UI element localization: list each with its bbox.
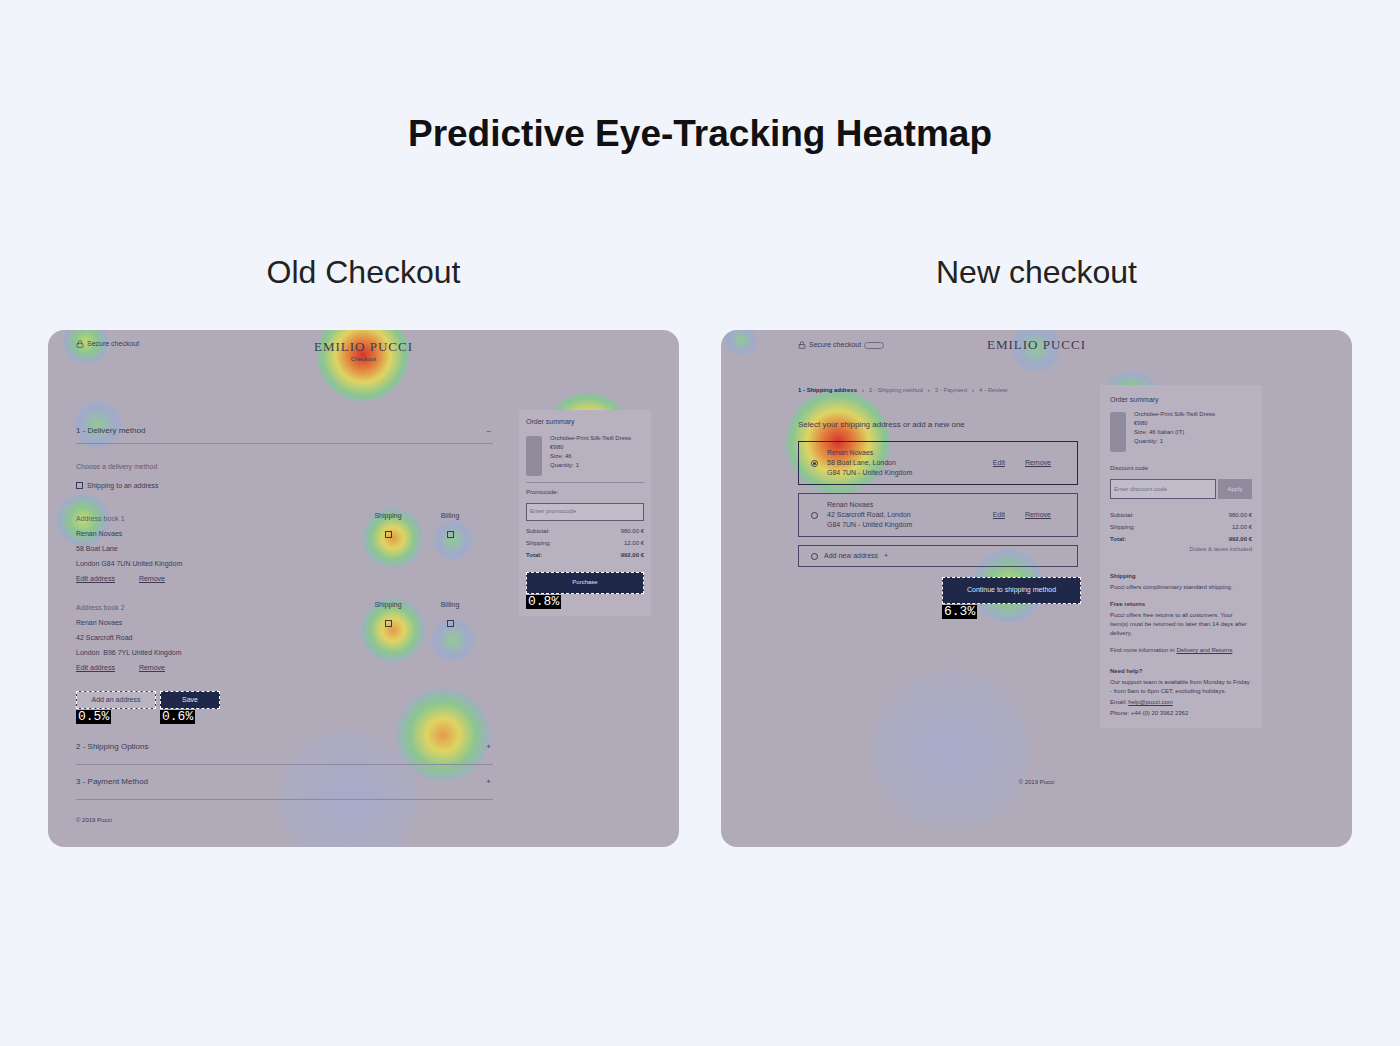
step[interactable]: 1 - Shipping address bbox=[798, 386, 857, 395]
heat-spot bbox=[871, 670, 1031, 830]
address-card[interactable]: Renan Novaes58 Boat Lane, LondonG84 7UN … bbox=[798, 441, 1078, 485]
apply-button[interactable]: Apply bbox=[1218, 479, 1252, 499]
email-link[interactable]: help@pucci.com bbox=[1128, 699, 1172, 705]
total-row: Shipping:12.00 € bbox=[1110, 523, 1252, 532]
help-block: Need help?Our support team is available … bbox=[1110, 667, 1252, 718]
product: Orchidee-Print Silk-Twill Dress€980Size:… bbox=[526, 434, 644, 476]
total-row: Subtotal:980.00 € bbox=[526, 527, 644, 536]
remove-link[interactable]: Remove bbox=[139, 571, 165, 586]
title: Predictive Eye-Tracking Heatmap bbox=[408, 112, 992, 156]
step[interactable]: 3 - Payment bbox=[935, 386, 967, 395]
address-role[interactable]: Billing bbox=[433, 511, 467, 586]
heat-spot bbox=[74, 401, 122, 449]
address-role[interactable]: Billing bbox=[433, 600, 467, 675]
heat-spot bbox=[397, 689, 489, 781]
address-book: Address book 1Renan Novaes58 Boat LaneLo… bbox=[76, 511, 493, 586]
checkbox[interactable] bbox=[76, 482, 83, 489]
shipping-option[interactable]: Shipping to an address bbox=[76, 481, 493, 492]
address-card[interactable]: Renan Novaes42 Scarcroft Road, LondonG84… bbox=[798, 493, 1078, 537]
radio[interactable] bbox=[811, 512, 818, 519]
edit-link[interactable]: Edit bbox=[993, 510, 1005, 521]
click-rate-label: 6.3% bbox=[942, 605, 977, 619]
click-rate-label: 0.8% bbox=[526, 595, 561, 609]
step[interactable]: 4 - Review bbox=[979, 386, 1007, 395]
panel-heading: New checkout bbox=[936, 254, 1137, 290]
order-summary: Order summaryOrchidee-Print Silk-Twill D… bbox=[1100, 385, 1262, 728]
section-header[interactable]: 2 - Shipping Options+ bbox=[76, 730, 493, 765]
delivery-link[interactable]: Delivery and Returns bbox=[1176, 647, 1232, 653]
panel-heading: Old Checkout bbox=[267, 254, 461, 290]
total-row: Shipping:12.00 € bbox=[526, 539, 644, 548]
totals: Subtotal:980.00 € Shipping:12.00 € Total:9… bbox=[1110, 511, 1252, 544]
step[interactable]: 2 - Shipping method bbox=[869, 386, 923, 395]
old-checkout-screenshot: Secure checkoutEMILIO PUCCICheckout 1 - D… bbox=[48, 330, 679, 847]
edit-address-link[interactable]: Edit address bbox=[76, 571, 115, 586]
header: Secure checkoutEMILIO PUCCICheckout bbox=[48, 330, 679, 374]
lock-icon bbox=[76, 340, 84, 348]
section-header[interactable]: 3 - Payment Method+ bbox=[76, 765, 493, 800]
info-block: ShippingPucci offers complimentary stand… bbox=[1110, 572, 1252, 592]
new-checkout-screenshot: Secure checkoutEMILIO PUCCI 1 - Shipping … bbox=[721, 330, 1352, 847]
total-row: Subtotal:980.00 € bbox=[1110, 511, 1252, 520]
address-button[interactable]: Add an address bbox=[76, 691, 156, 709]
edit-address-link[interactable]: Edit address bbox=[76, 660, 115, 675]
secure-badge-icon bbox=[864, 342, 884, 349]
radio[interactable] bbox=[811, 460, 818, 467]
address-book: Address book 2Renan Novaes42 Scarcroft R… bbox=[76, 600, 493, 675]
heat-spot bbox=[433, 520, 473, 560]
checkbox[interactable] bbox=[447, 620, 454, 627]
footer: © 2019 Pucci bbox=[76, 816, 493, 825]
add-address[interactable]: Add new address+ bbox=[798, 545, 1078, 567]
product: Orchidee-Print Silk-Twill Dress€980Size:… bbox=[1110, 410, 1252, 452]
lock-icon bbox=[798, 341, 806, 349]
discount-input[interactable]: Enter discount code bbox=[1110, 479, 1216, 499]
promocode-input[interactable]: Enter promocode bbox=[526, 503, 644, 521]
address-button[interactable]: Save bbox=[160, 691, 220, 709]
total-row: Total:992.00 € bbox=[526, 551, 644, 560]
totals: Subtotal:980.00 € Shipping:12.00 € Total:9… bbox=[526, 527, 644, 560]
product-photo bbox=[526, 436, 542, 476]
edit-link[interactable]: Edit bbox=[993, 458, 1005, 469]
product-photo bbox=[1110, 412, 1126, 452]
continue-button[interactable]: Continue to shipping method bbox=[942, 577, 1081, 604]
remove-link[interactable]: Remove bbox=[1025, 510, 1051, 521]
heat-spot bbox=[786, 390, 890, 494]
remove-link[interactable]: Remove bbox=[139, 660, 165, 675]
remove-link[interactable]: Remove bbox=[1025, 458, 1051, 469]
checkbox[interactable] bbox=[447, 531, 454, 538]
logo: EMILIO PUCCI bbox=[987, 335, 1086, 355]
address-role[interactable]: Shipping bbox=[371, 600, 405, 675]
footer: © 2019 Pucci bbox=[721, 778, 1352, 787]
header: Secure checkoutEMILIO PUCCI bbox=[721, 330, 1352, 360]
click-rate-label: 0.5% bbox=[76, 710, 111, 724]
heat-spot bbox=[725, 330, 757, 356]
order-summary: Order summaryOrchidee-Print Silk-Twill D… bbox=[519, 410, 651, 616]
section-header[interactable]: 1 - Delivery method– bbox=[76, 418, 493, 444]
logo: EMILIO PUCCICheckout bbox=[314, 339, 413, 364]
steps: 1 - Shipping address›2 - Shipping method… bbox=[798, 386, 1078, 395]
page: Predictive Eye-Tracking Heatmap Old Check… bbox=[0, 0, 1400, 1046]
click-rate-label: 0.6% bbox=[160, 710, 195, 724]
checkbox[interactable] bbox=[385, 620, 392, 627]
total-row: Total:992.00 € bbox=[1110, 535, 1252, 544]
purchase-button[interactable]: Purchase bbox=[526, 572, 644, 594]
address-role[interactable]: Shipping bbox=[371, 511, 405, 586]
info-block: Free returnsPucci offers free returns to… bbox=[1110, 600, 1252, 638]
checkbox[interactable] bbox=[385, 531, 392, 538]
heat-spot bbox=[278, 730, 418, 847]
